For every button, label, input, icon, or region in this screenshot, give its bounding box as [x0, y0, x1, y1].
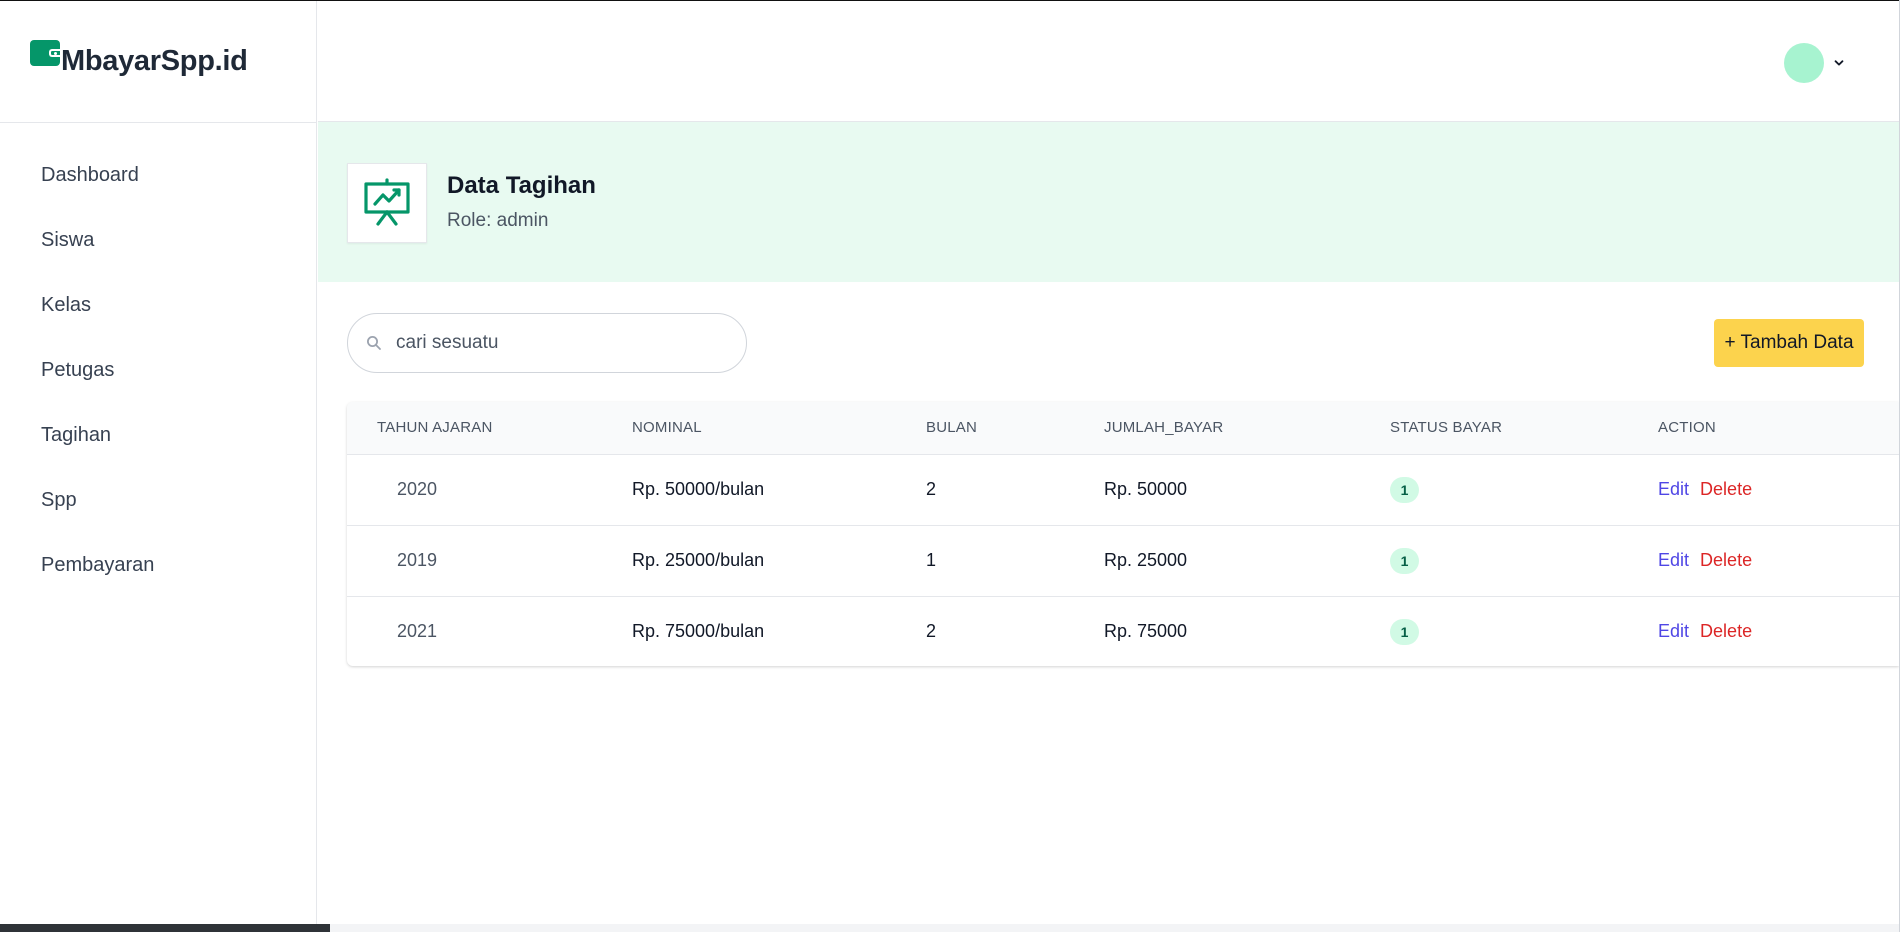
page-header: Data Tagihan Role: admin: [318, 122, 1899, 282]
avatar[interactable]: [1784, 43, 1824, 83]
top-bar: [318, 1, 1899, 122]
cell-action: Edit Delete: [1658, 525, 1899, 597]
table-row: 2020 Rp. 50000/bulan 2 Rp. 50000 1 Edit …: [347, 454, 1899, 526]
cell-nominal: Rp. 50000/bulan: [632, 454, 926, 526]
search-input[interactable]: [396, 332, 716, 354]
cell-bulan: 2: [926, 621, 937, 642]
add-data-button[interactable]: + Tambah Data: [1714, 319, 1864, 367]
delete-link[interactable]: Delete: [1700, 550, 1752, 570]
cell-status-bayar: 1: [1390, 454, 1658, 526]
page-icon-box: [347, 163, 427, 243]
table-row: 2019 Rp. 25000/bulan 1 Rp. 25000 1 Edit …: [347, 525, 1899, 597]
cell-jumlah-bayar: Rp. 75000: [1104, 621, 1188, 642]
sidebar-nav: Dashboard Siswa Kelas Petugas Tagihan Sp…: [0, 123, 316, 598]
cell-jumlah-bayar: Rp. 25000: [1104, 525, 1390, 597]
delete-link[interactable]: Delete: [1700, 479, 1752, 499]
cell-status-bayar: 1: [1390, 596, 1658, 666]
sidebar: MbayarSpp.id Dashboard Siswa Kelas Petug…: [0, 1, 317, 932]
edit-link[interactable]: Edit: [1658, 550, 1689, 570]
tagihan-table-card: TAHUN AJARAN NOMINAL BULAN JUMLAH_BAYAR …: [347, 402, 1899, 666]
horizontal-scrollbar-thumb[interactable]: [0, 924, 330, 932]
cell-tahun-ajaran: 2019: [347, 525, 632, 597]
table-header-row: TAHUN AJARAN NOMINAL BULAN JUMLAH_BAYAR …: [347, 402, 1899, 455]
delete-link[interactable]: Delete: [1700, 621, 1752, 641]
presentation-chart-icon: [364, 178, 410, 226]
page-role: Role: admin: [447, 210, 549, 231]
page-title: Data Tagihan: [447, 172, 596, 199]
header-tahun-ajaran: TAHUN AJARAN: [347, 402, 632, 455]
header-action: ACTION: [1658, 402, 1899, 455]
header-bulan: BULAN: [926, 402, 1104, 455]
sidebar-item-siswa[interactable]: Siswa: [0, 208, 316, 273]
sidebar-item-pembayaran[interactable]: Pembayaran: [0, 533, 316, 598]
cell-nominal: Rp. 25000/bulan: [632, 525, 926, 597]
cell-action: Edit Delete: [1658, 596, 1899, 666]
header-jumlah-bayar: JUMLAH_BAYAR: [1104, 402, 1390, 455]
brand-name: MbayarSpp.id: [61, 45, 248, 77]
header-status-bayar: STATUS BAYAR: [1390, 402, 1658, 455]
edit-link[interactable]: Edit: [1658, 479, 1689, 499]
sidebar-item-petugas[interactable]: Petugas: [0, 338, 316, 403]
cell-action: Edit Delete: [1658, 454, 1899, 526]
cell-tahun-ajaran: 2021: [397, 621, 438, 642]
table-row: 2021 Rp. 75000/bulan 2 Rp. 75000 1 Edit …: [347, 596, 1899, 666]
status-badge: 1: [1390, 547, 1419, 574]
brand[interactable]: MbayarSpp.id: [0, 1, 316, 123]
cell-bulan: 2: [926, 454, 1104, 526]
sidebar-item-kelas[interactable]: Kelas: [0, 273, 316, 338]
cell-bulan: 1: [926, 525, 1104, 597]
sidebar-item-spp[interactable]: Spp: [0, 468, 316, 533]
wallet-icon: [30, 39, 60, 66]
tagihan-table: TAHUN AJARAN NOMINAL BULAN JUMLAH_BAYAR …: [347, 402, 1899, 666]
cell-tahun-ajaran: 2020: [347, 454, 632, 526]
search-field[interactable]: [347, 313, 747, 373]
cell-nominal: Rp. 75000/bulan: [632, 621, 765, 642]
chevron-down-icon: [1834, 60, 1844, 66]
header-nominal: NOMINAL: [632, 402, 926, 455]
sidebar-item-dashboard[interactable]: Dashboard: [0, 143, 316, 208]
edit-link[interactable]: Edit: [1658, 621, 1689, 641]
cell-status-bayar: 1: [1390, 525, 1658, 597]
user-menu-button[interactable]: [1784, 43, 1845, 83]
search-icon: [367, 336, 381, 350]
cell-jumlah-bayar: Rp. 50000: [1104, 454, 1390, 526]
status-badge: 1: [1390, 476, 1419, 503]
sidebar-item-tagihan[interactable]: Tagihan: [0, 403, 316, 468]
status-badge: 1: [1390, 618, 1419, 645]
